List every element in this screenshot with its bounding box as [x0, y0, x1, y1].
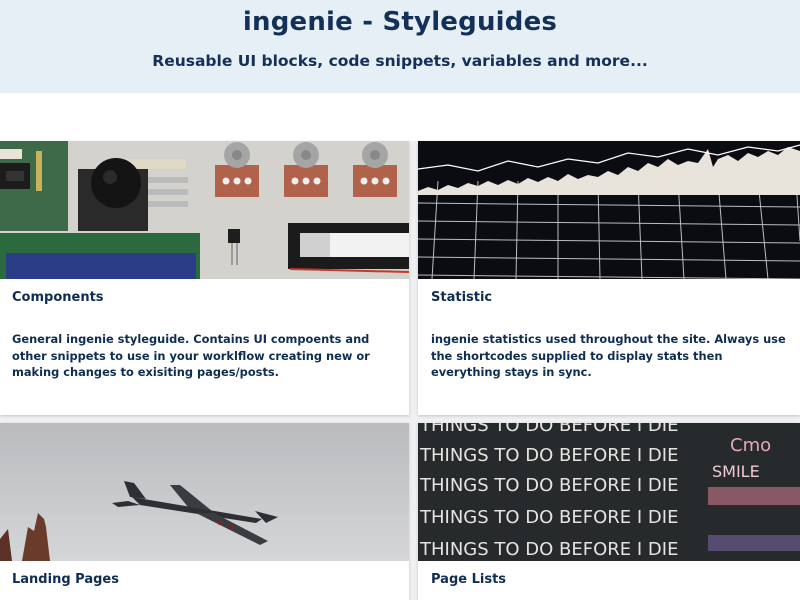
card-title[interactable]: Landing Pages	[12, 572, 119, 587]
card-statistic[interactable]: Statistic ingenie statistics used throug…	[418, 141, 800, 415]
card-description: ingenie statistics used throughout the s…	[431, 332, 786, 379]
chalk-line: THINGS TO DO BEFORE I DIE	[419, 539, 678, 560]
header-spacer	[0, 93, 800, 141]
card-title[interactable]: Components	[12, 290, 104, 305]
chalk-line: THINGS TO DO BEFORE I DIE	[419, 445, 678, 466]
chalk-word: SMILE	[712, 462, 760, 481]
card-landing-pages[interactable]: Landing Pages	[0, 423, 409, 600]
chalk-line: THINGS TO DO BEFORE I DIE	[419, 475, 678, 496]
card-description: General ingenie styleguide. Contains UI …	[12, 332, 370, 379]
page-title: ingenie - Styleguides	[242, 7, 558, 37]
card-image-landing-pages	[0, 423, 409, 561]
card-title[interactable]: Statistic	[431, 290, 492, 305]
card-title[interactable]: Page Lists	[431, 572, 506, 587]
card-components[interactable]: Components General ingenie styleguide. C…	[0, 141, 409, 415]
chalk-line: THINGS TO DO BEFORE I DIE	[419, 507, 678, 528]
card-image-statistic	[418, 141, 800, 279]
chalk-line: THINGS TO DO BEFORE I DIE	[419, 423, 678, 436]
card-image-page-lists: THINGS TO DO BEFORE I DIE THINGS TO DO B…	[418, 423, 800, 561]
page-subtitle: Reusable UI blocks, code snippets, varia…	[152, 52, 648, 70]
page-header: ingenie - Styleguides Reusable UI blocks…	[0, 0, 800, 93]
chalk-word: Cmo	[730, 435, 771, 456]
card-page-lists[interactable]: THINGS TO DO BEFORE I DIE THINGS TO DO B…	[418, 423, 800, 600]
card-image-components	[0, 141, 409, 279]
